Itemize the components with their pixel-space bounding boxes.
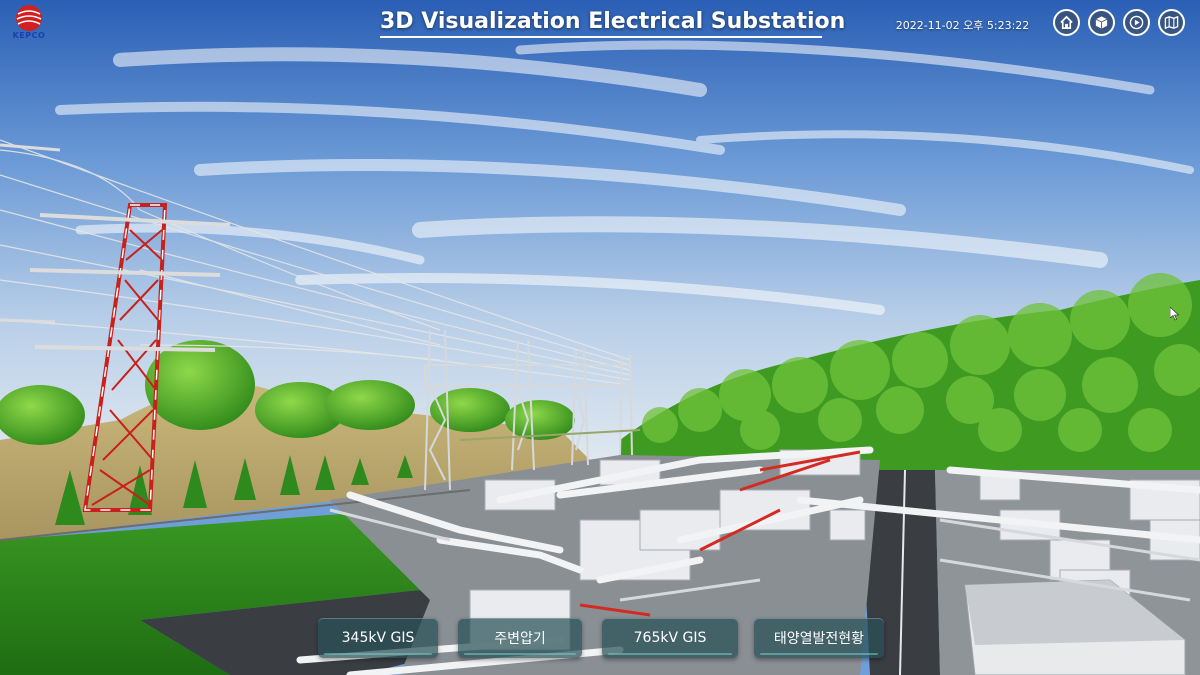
map-icon [1164,15,1179,30]
substation-3d-viewport[interactable] [0,0,1200,675]
logo-text: KEPCO [12,31,46,40]
cube-view-button[interactable] [1088,9,1115,36]
menu-solar-status-button[interactable]: 태양열발전현황 [754,618,884,658]
menu-345kv-gis-button[interactable]: 345kV GIS [318,618,438,658]
kepco-logo: KEPCO [8,4,50,42]
menu-765kv-gis-button[interactable]: 765kV GIS [602,618,738,658]
map-button[interactable] [1158,9,1185,36]
page-title: 3D Visualization Electrical Substation [380,9,845,38]
menu-main-transformer-button[interactable]: 주변압기 [458,618,582,658]
play-icon [1129,15,1144,30]
datetime-display: 2022-11-02 오후 5:23:22 [895,19,1030,32]
home-icon [1060,15,1073,29]
kepco-logo-mark [16,5,42,31]
mouse-cursor-icon [1170,307,1180,321]
cube-icon [1095,16,1108,29]
home-button[interactable] [1053,9,1080,36]
play-button[interactable] [1123,9,1150,36]
